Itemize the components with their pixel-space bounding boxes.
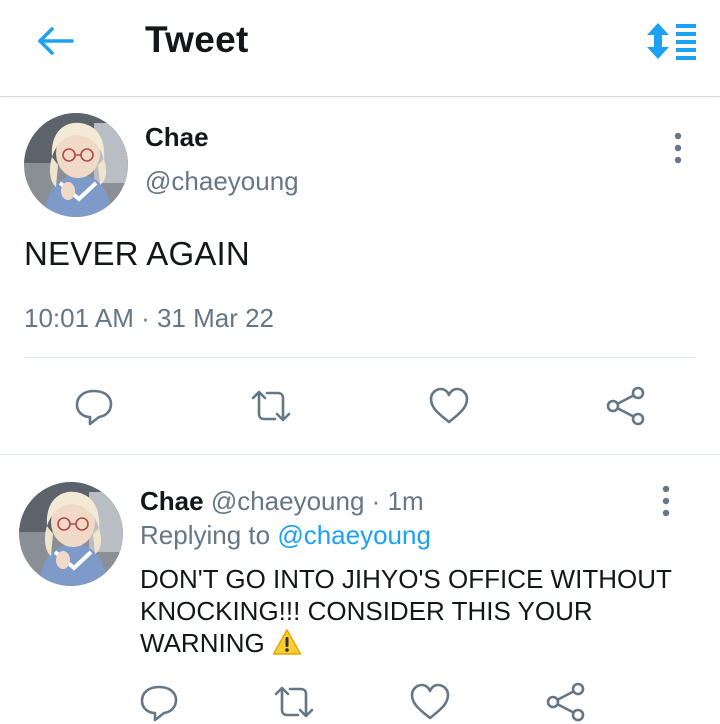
tweet-text: NEVER AGAIN [24, 235, 250, 272]
more-options-icon[interactable] [668, 131, 688, 165]
more-options-icon[interactable] [656, 484, 676, 518]
meta-separator: · [364, 486, 388, 516]
top-app-bar: Tweet [0, 0, 720, 97]
tweet-timestamp: 10:01 AM · 31 Mar 22 [24, 303, 275, 333]
reply-header: Chae @chaeyoung · 1m [140, 486, 424, 517]
back-arrow-icon[interactable] [36, 26, 76, 56]
replying-prefix: Replying to [140, 520, 278, 550]
author-name[interactable]: Chae [145, 122, 209, 153]
reply-icon[interactable] [72, 384, 116, 428]
sort-timeline-icon[interactable] [644, 22, 698, 60]
divider [0, 454, 720, 455]
reply-icon[interactable] [137, 680, 181, 724]
retweet-icon[interactable] [272, 680, 316, 724]
page-title: Tweet [145, 19, 249, 60]
mention-link[interactable]: @chaeyoung [277, 520, 431, 550]
share-icon[interactable] [544, 680, 588, 724]
divider [24, 357, 696, 358]
author-handle[interactable]: @chaeyoung [145, 166, 299, 197]
avatar[interactable] [19, 482, 123, 586]
tweet-text-body: DON'T GO INTO JIHYO'S OFFICE WITHOUT KNO… [140, 564, 672, 658]
author-name[interactable]: Chae [140, 486, 204, 516]
relative-time: 1m [387, 486, 424, 516]
replying-to: Replying to @chaeyoung [140, 520, 431, 551]
author-handle[interactable]: @chaeyoung [211, 486, 365, 516]
tweet-text: DON'T GO INTO JIHYO'S OFFICE WITHOUT KNO… [140, 563, 700, 659]
warning-icon [272, 628, 302, 656]
avatar[interactable] [24, 113, 128, 217]
like-icon[interactable] [408, 680, 452, 724]
share-icon[interactable] [604, 384, 648, 428]
like-icon[interactable] [427, 384, 471, 428]
retweet-icon[interactable] [249, 384, 293, 428]
